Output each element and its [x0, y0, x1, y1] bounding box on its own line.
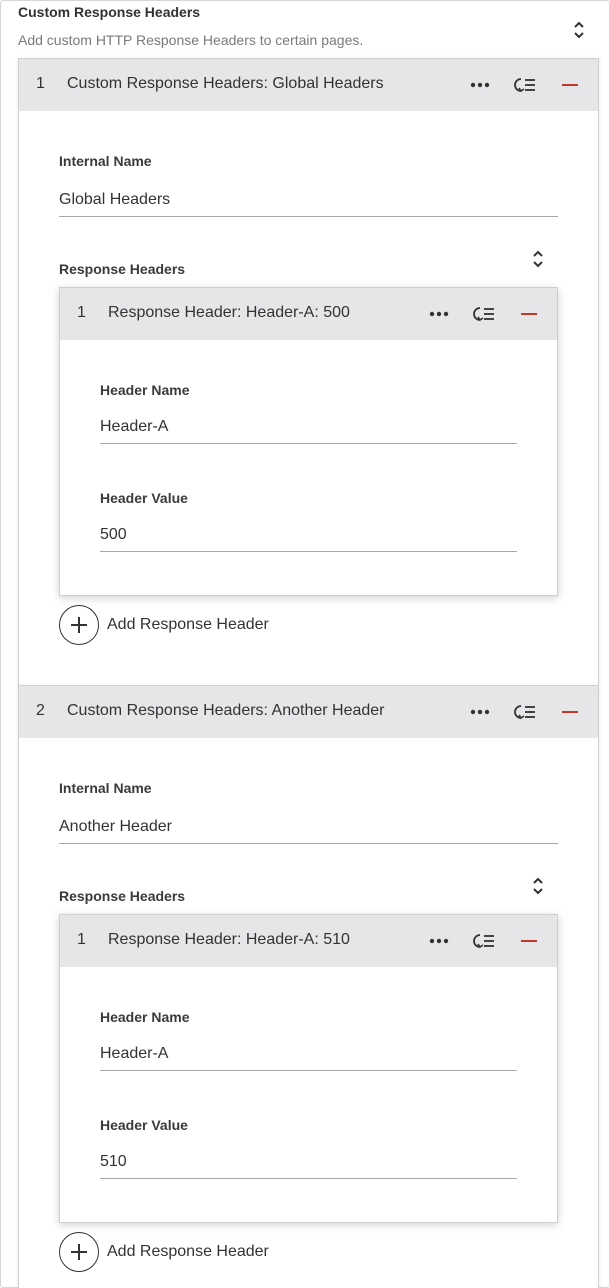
- toggle-item-button[interactable]: [509, 700, 541, 724]
- field-title: Custom Response Headers: [18, 4, 201, 20]
- custom-response-headers-field: Custom Response Headers Add custom HTTP …: [0, 0, 610, 1288]
- collapse-icon: [533, 250, 543, 268]
- internal-name-input[interactable]: Global Headers: [59, 187, 558, 217]
- more-horizontal-icon: [429, 311, 449, 317]
- internal-name-label: Internal Name: [59, 153, 152, 169]
- group-item-index: 1: [36, 75, 45, 92]
- collapse-response-headers-button[interactable]: [528, 874, 548, 898]
- response-header-title: Response Header: Header-A: 510: [108, 931, 350, 948]
- toggle-item-button[interactable]: [468, 302, 500, 326]
- collapse-item-icon: [473, 307, 494, 322]
- group-item-index: 2: [36, 702, 45, 719]
- header-name-label: Header Name: [100, 1009, 190, 1025]
- remove-item-button[interactable]: [554, 700, 586, 724]
- response-header-item: 1 Response Header: Header-A: 510 Header …: [59, 914, 558, 1223]
- response-header-index: 1: [77, 304, 86, 321]
- remove-icon: [521, 940, 537, 942]
- internal-name-label: Internal Name: [59, 780, 152, 796]
- add-response-header-button[interactable]: Add Response Header: [59, 605, 269, 645]
- more-actions-button[interactable]: [464, 700, 496, 724]
- add-response-header-label: Add Response Header: [107, 616, 269, 633]
- group-item-title: Custom Response Headers: Global Headers: [67, 75, 384, 92]
- add-response-header-button[interactable]: Add Response Header: [59, 1232, 269, 1272]
- remove-item-button[interactable]: [554, 73, 586, 97]
- header-value-input[interactable]: 500: [100, 522, 517, 552]
- header-value-label: Header Value: [100, 1117, 188, 1133]
- response-header-item-header[interactable]: 1 Response Header: Header-A: 510: [60, 915, 557, 967]
- response-header-item: 1 Response Header: Header-A: 500 Header …: [59, 287, 558, 596]
- collapse-icon: [574, 21, 584, 39]
- internal-name-input[interactable]: Another Header: [59, 814, 558, 844]
- add-response-header-label: Add Response Header: [107, 1243, 269, 1260]
- remove-icon: [562, 711, 578, 713]
- more-actions-button[interactable]: [423, 302, 455, 326]
- group-item-header[interactable]: 2 Custom Response Headers: Another Heade…: [19, 686, 598, 738]
- more-actions-button[interactable]: [423, 929, 455, 953]
- more-horizontal-icon: [429, 938, 449, 944]
- remove-item-button[interactable]: [513, 302, 545, 326]
- plus-circle-icon: [59, 1232, 99, 1272]
- header-name-input[interactable]: Header-A: [100, 1041, 517, 1071]
- more-horizontal-icon: [470, 82, 490, 88]
- header-value-label: Header Value: [100, 490, 188, 506]
- remove-icon: [562, 84, 578, 86]
- remove-icon: [521, 313, 537, 315]
- collapse-item-icon: [514, 705, 535, 720]
- toggle-item-button[interactable]: [509, 73, 541, 97]
- collapse-item-icon: [473, 934, 494, 949]
- response-header-title: Response Header: Header-A: 500: [108, 304, 350, 321]
- toggle-item-button[interactable]: [468, 929, 500, 953]
- remove-item-button[interactable]: [513, 929, 545, 953]
- collapse-icon: [533, 877, 543, 895]
- group-item-header[interactable]: 1 Custom Response Headers: Global Header…: [19, 59, 598, 111]
- field-help-text: Add custom HTTP Response Headers to cert…: [18, 32, 364, 48]
- header-name-input[interactable]: Header-A: [100, 414, 517, 444]
- response-headers-label: Response Headers: [59, 261, 186, 277]
- response-headers-label: Response Headers: [59, 888, 186, 904]
- response-header-index: 1: [77, 931, 86, 948]
- header-value-input[interactable]: 510: [100, 1149, 517, 1179]
- header-name-label: Header Name: [100, 382, 190, 398]
- plus-circle-icon: [59, 605, 99, 645]
- collapse-all-button[interactable]: [569, 18, 589, 42]
- more-horizontal-icon: [470, 709, 490, 715]
- group-item-title: Custom Response Headers: Another Header: [67, 702, 385, 719]
- more-actions-button[interactable]: [464, 73, 496, 97]
- response-header-item-header[interactable]: 1 Response Header: Header-A: 500: [60, 288, 557, 340]
- collapse-response-headers-button[interactable]: [528, 247, 548, 271]
- collapse-item-icon: [514, 78, 535, 93]
